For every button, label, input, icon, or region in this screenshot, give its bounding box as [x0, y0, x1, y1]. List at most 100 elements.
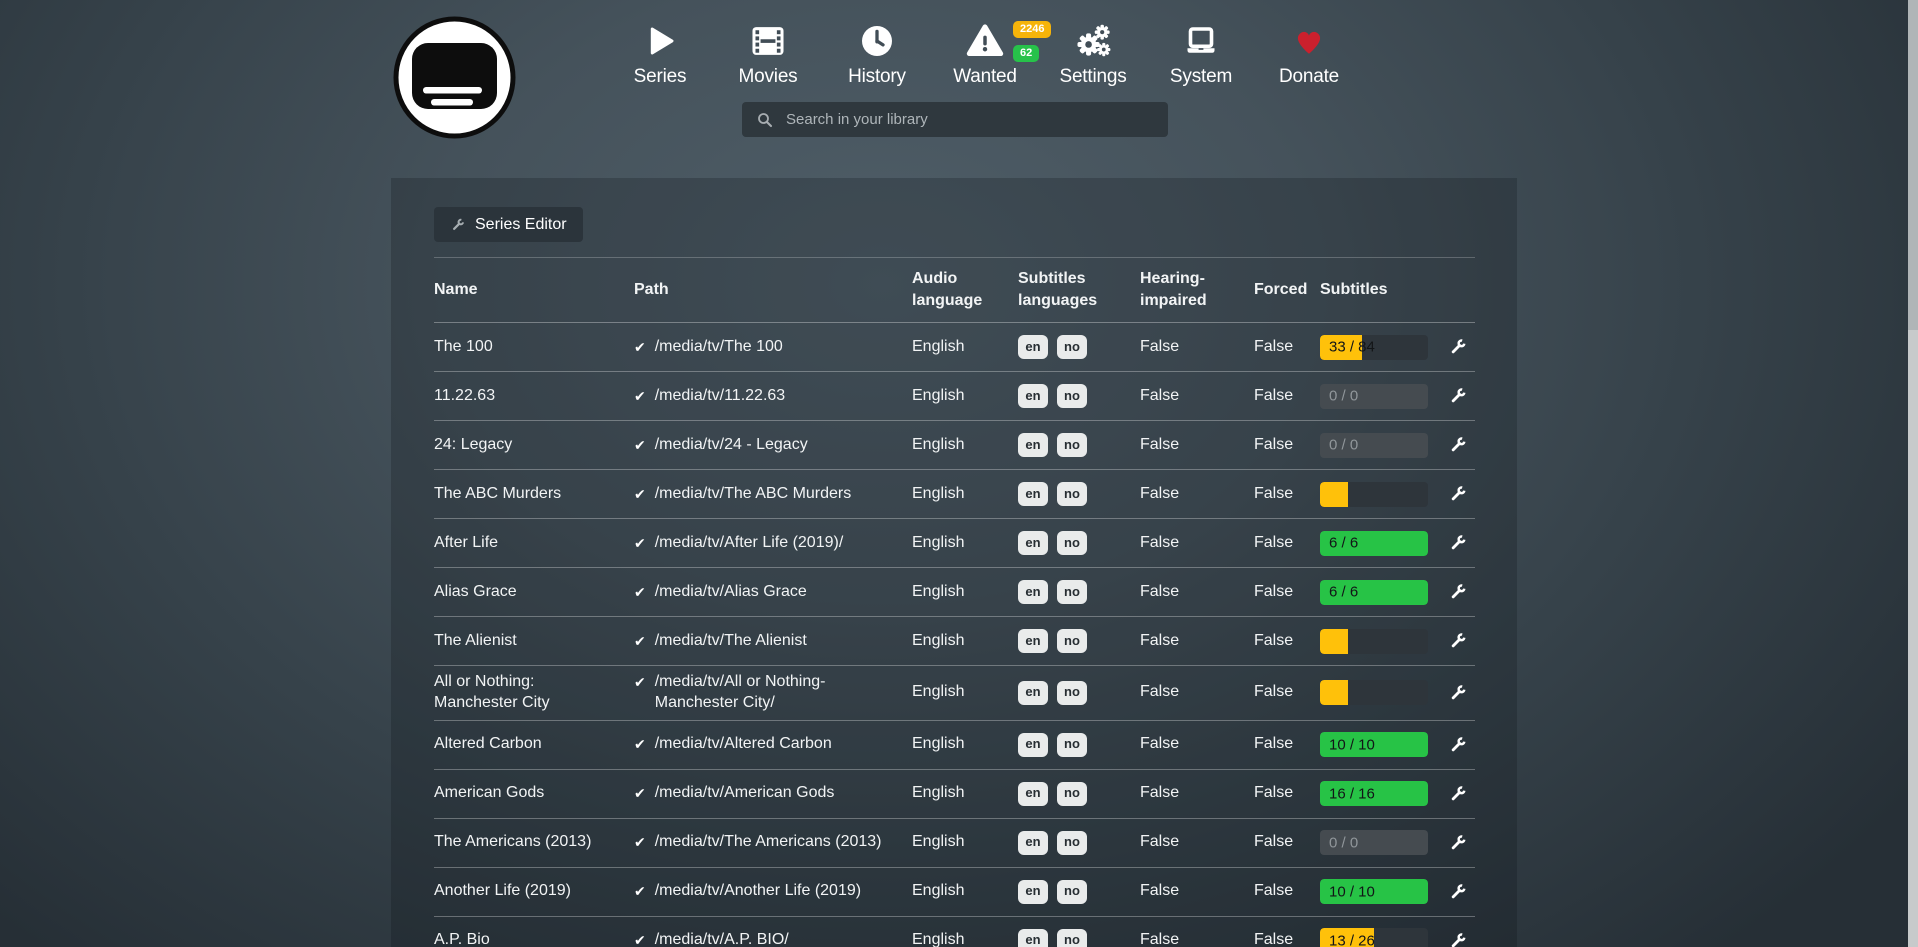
table-row: 24: Legacy✔/media/tv/24 - LegacyEnglishe… [434, 421, 1475, 470]
edit-series-button[interactable] [1444, 731, 1472, 759]
actions-cell [1444, 376, 1475, 416]
edit-series-button[interactable] [1444, 529, 1472, 557]
edit-series-button[interactable] [1444, 627, 1472, 655]
path-text: /media/tv/American Gods [655, 783, 835, 804]
series-name: The Americans (2013) [434, 826, 634, 859]
actions-cell [1444, 872, 1475, 912]
series-editor-label: Series Editor [475, 216, 567, 234]
series-name: American Gods [434, 777, 634, 810]
series-table: Name Path Audio language Subtitles langu… [434, 257, 1475, 947]
subtitles-progress-bar [1320, 629, 1428, 654]
hearing-impaired-value: False [1140, 777, 1254, 810]
edit-series-button[interactable] [1444, 829, 1472, 857]
edit-series-button[interactable] [1444, 679, 1472, 707]
progress-fill [1320, 482, 1348, 507]
progress-label: 0 / 0 [1329, 435, 1358, 455]
series-path: ✔/media/tv/Alias Grace [634, 576, 912, 609]
forced-value: False [1254, 380, 1320, 413]
audio-language: English [912, 625, 1018, 658]
edit-series-button[interactable] [1444, 480, 1472, 508]
series-path: ✔ /media/tv/Another Life (2019) [634, 875, 912, 908]
subtitles-cell: 0 / 0 [1320, 824, 1444, 861]
check-icon: ✔ [634, 783, 646, 802]
search-input[interactable] [784, 110, 1168, 129]
edit-series-button[interactable] [1444, 333, 1472, 361]
check-icon: ✔ [634, 582, 646, 601]
edit-series-button[interactable] [1444, 780, 1472, 808]
nav-wanted[interactable]: Wanted 2246 62 [935, 18, 1035, 88]
actions-cell [1444, 327, 1475, 367]
path-text: /media/tv/Another Life (2019) [655, 881, 861, 902]
check-icon: ✔ [634, 484, 646, 503]
language-badge: en [1018, 335, 1048, 359]
forced-value: False [1254, 777, 1320, 810]
hearing-impaired-value: False [1140, 429, 1254, 462]
actions-cell [1444, 673, 1475, 713]
language-badge: no [1057, 681, 1087, 705]
subtitles-progress-bar: 6 / 6 [1320, 531, 1428, 556]
nav-system[interactable]: System [1151, 18, 1251, 88]
wrench-icon [1448, 784, 1468, 804]
wrench-icon [1448, 882, 1468, 902]
language-badge: en [1018, 580, 1048, 604]
bazarr-app: Series Movies History [0, 0, 1918, 947]
language-badge: no [1057, 433, 1087, 457]
play-icon [610, 18, 710, 64]
actions-cell [1444, 921, 1475, 947]
table-row: 11.22.63✔/media/tv/11.22.63EnglishennoFa… [434, 372, 1475, 421]
hearing-impaired-value: False [1140, 576, 1254, 609]
hearing-impaired-value: False [1140, 527, 1254, 560]
language-badge: en [1018, 384, 1048, 408]
table-row: The 100✔/media/tv/The 100EnglishennoFals… [434, 323, 1475, 372]
language-badge: en [1018, 629, 1048, 653]
subtitles-cell: 16 / 16 [1320, 775, 1444, 812]
check-icon: ✔ [634, 386, 646, 405]
subtitles-progress-bar: 33 / 84 [1320, 335, 1428, 360]
subtitles-progress-bar: 10 / 10 [1320, 879, 1428, 904]
series-name: Altered Carbon [434, 728, 634, 761]
nav-history[interactable]: History [827, 18, 927, 88]
progress-fill [1320, 680, 1348, 705]
nav-series[interactable]: Series [610, 18, 710, 88]
header-name: Name [434, 279, 634, 301]
subtitle-languages: enno [1018, 329, 1140, 365]
scrollbar-thumb[interactable] [1908, 0, 1918, 330]
subtitles-progress-bar: 0 / 0 [1320, 384, 1428, 409]
series-path: ✔/media/tv/11.22.63 [634, 380, 912, 413]
series-editor-button[interactable]: Series Editor [434, 207, 583, 242]
bazarr-logo[interactable] [391, 14, 518, 141]
check-icon: ✔ [634, 631, 646, 650]
progress-label: 16 / 16 [1329, 784, 1375, 804]
progress-fill [1320, 629, 1348, 654]
forced-value: False [1254, 875, 1320, 908]
nav-settings[interactable]: Settings [1043, 18, 1143, 88]
path-text: /media/tv/The ABC Murders [655, 484, 852, 505]
heart-icon [1259, 18, 1359, 64]
header-audio: Audio language [912, 268, 1018, 311]
edit-series-button[interactable] [1444, 578, 1472, 606]
edit-series-button[interactable] [1444, 878, 1472, 906]
content-panel: Series Editor Name Path Audio language S… [391, 178, 1517, 947]
forced-value: False [1254, 576, 1320, 609]
search-icon [756, 111, 774, 129]
forced-value: False [1254, 625, 1320, 658]
nav-movies[interactable]: Movies [718, 18, 818, 88]
edit-series-button[interactable] [1444, 382, 1472, 410]
nav-donate[interactable]: Donate [1259, 18, 1359, 88]
check-icon: ✔ [634, 435, 646, 454]
page-scrollbar[interactable] [1908, 0, 1918, 947]
wrench-icon [1448, 931, 1468, 947]
language-badge: en [1018, 733, 1048, 757]
path-text: /media/tv/A.P. BIO/ [655, 930, 789, 947]
language-badge: no [1057, 782, 1087, 806]
hearing-impaired-value: False [1140, 875, 1254, 908]
edit-series-button[interactable] [1444, 927, 1472, 947]
header-hi: Hearing-impaired [1140, 268, 1254, 311]
check-icon: ✔ [634, 533, 646, 552]
series-name: The ABC Murders [434, 478, 634, 511]
edit-series-button[interactable] [1444, 431, 1472, 459]
check-icon: ✔ [634, 881, 646, 900]
forced-value: False [1254, 924, 1320, 947]
check-icon: ✔ [634, 337, 646, 356]
subtitles-cell [1320, 623, 1444, 660]
